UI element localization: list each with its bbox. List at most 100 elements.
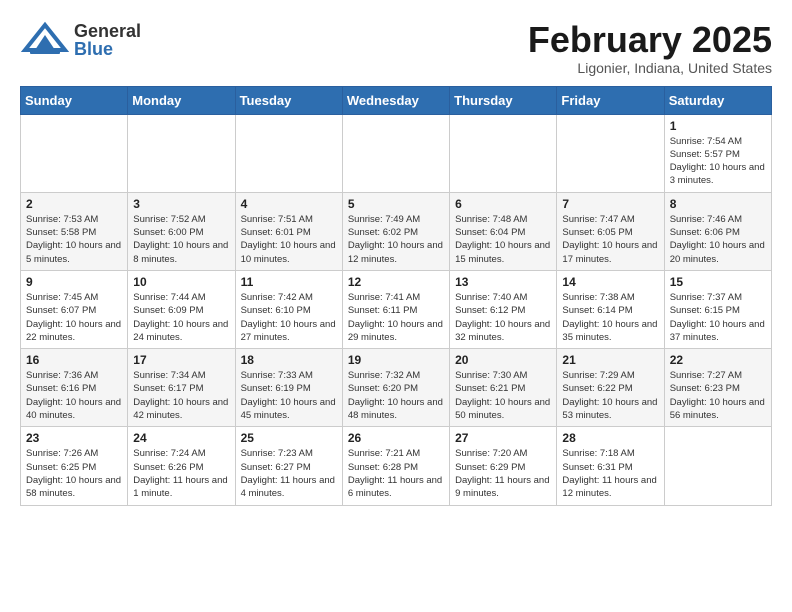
calendar-cell: 19Sunrise: 7:32 AM Sunset: 6:20 PM Dayli… <box>342 349 449 427</box>
day-info: Sunrise: 7:21 AM Sunset: 6:28 PM Dayligh… <box>348 447 444 500</box>
calendar-cell: 22 Sunrise: 7:27 AM Sunset: 6:23 PM Dayli… <box>664 349 771 427</box>
calendar-cell <box>450 114 557 192</box>
day-info: Sunrise: 7:51 AM Sunset: 6:01 PM Dayligh… <box>241 213 337 266</box>
calendar-cell: 23 Sunrise: 7:26 AM Sunset: 6:25 PM Dayli… <box>21 427 128 505</box>
day-number: 21 <box>562 353 658 367</box>
calendar-cell: 25 Sunrise: 7:23 AM Sunset: 6:27 PM Dayli… <box>235 427 342 505</box>
calendar-header-thursday: Thursday <box>450 86 557 114</box>
day-number: 23 <box>26 431 122 445</box>
day-info: Sunrise: 7:38 AM Sunset: 6:14 PM Dayligh… <box>562 291 658 344</box>
day-info: Sunrise: 7:53 AM Sunset: 5:58 PM Dayligh… <box>26 213 122 266</box>
calendar-cell: 17Sunrise: 7:34 AM Sunset: 6:17 PM Dayli… <box>128 349 235 427</box>
calendar-header-sunday: Sunday <box>21 86 128 114</box>
day-info: Sunrise: 7:33 AM Sunset: 6:19 PM Dayligh… <box>241 369 337 422</box>
calendar-cell: 11 Sunrise: 7:42 AM Sunset: 6:10 PM Dayli… <box>235 270 342 348</box>
day-number: 25 <box>241 431 337 445</box>
calendar-cell: 15 Sunrise: 7:37 AM Sunset: 6:15 PM Dayli… <box>664 270 771 348</box>
day-number: 3 <box>133 197 229 211</box>
calendar-cell <box>342 114 449 192</box>
day-number: 5 <box>348 197 444 211</box>
day-info: Sunrise: 7:40 AM Sunset: 6:12 PM Dayligh… <box>455 291 551 344</box>
day-info: Sunrise: 7:20 AM Sunset: 6:29 PM Dayligh… <box>455 447 551 500</box>
day-info: Sunrise: 7:30 AM Sunset: 6:21 PM Dayligh… <box>455 369 551 422</box>
day-info: Sunrise: 7:49 AM Sunset: 6:02 PM Dayligh… <box>348 213 444 266</box>
calendar-cell: 24 Sunrise: 7:24 AM Sunset: 6:26 PM Dayli… <box>128 427 235 505</box>
day-number: 10 <box>133 275 229 289</box>
calendar-header-monday: Monday <box>128 86 235 114</box>
calendar-header-friday: Friday <box>557 86 664 114</box>
calendar-cell <box>557 114 664 192</box>
logo-icon <box>20 20 70 60</box>
day-number: 2 <box>26 197 122 211</box>
calendar-cell: 27Sunrise: 7:20 AM Sunset: 6:29 PM Dayli… <box>450 427 557 505</box>
day-number: 11 <box>241 275 337 289</box>
day-info: Sunrise: 7:44 AM Sunset: 6:09 PM Dayligh… <box>133 291 229 344</box>
calendar-cell: 7 Sunrise: 7:47 AM Sunset: 6:05 PM Daylig… <box>557 192 664 270</box>
calendar-cell: 20 Sunrise: 7:30 AM Sunset: 6:21 PM Dayli… <box>450 349 557 427</box>
calendar-cell: 12 Sunrise: 7:41 AM Sunset: 6:11 PM Dayli… <box>342 270 449 348</box>
calendar-cell <box>21 114 128 192</box>
calendar-week-row: 9 Sunrise: 7:45 AM Sunset: 6:07 PM Daylig… <box>21 270 772 348</box>
day-info: Sunrise: 7:24 AM Sunset: 6:26 PM Dayligh… <box>133 447 229 500</box>
day-info: Sunrise: 7:52 AM Sunset: 6:00 PM Dayligh… <box>133 213 229 266</box>
day-info: Sunrise: 7:54 AM Sunset: 5:57 PM Dayligh… <box>670 135 766 188</box>
day-number: 6 <box>455 197 551 211</box>
calendar-cell: 6 Sunrise: 7:48 AM Sunset: 6:04 PM Daylig… <box>450 192 557 270</box>
day-number: 9 <box>26 275 122 289</box>
day-number: 7 <box>562 197 658 211</box>
logo-general-text: General <box>74 22 141 40</box>
day-number: 28 <box>562 431 658 445</box>
day-number: 12 <box>348 275 444 289</box>
calendar-header-wednesday: Wednesday <box>342 86 449 114</box>
day-info: Sunrise: 7:23 AM Sunset: 6:27 PM Dayligh… <box>241 447 337 500</box>
day-number: 22 <box>670 353 766 367</box>
day-info: Sunrise: 7:18 AM Sunset: 6:31 PM Dayligh… <box>562 447 658 500</box>
day-number: 20 <box>455 353 551 367</box>
day-number: 1 <box>670 119 766 133</box>
day-number: 4 <box>241 197 337 211</box>
day-number: 26 <box>348 431 444 445</box>
calendar-cell: 10 Sunrise: 7:44 AM Sunset: 6:09 PM Dayli… <box>128 270 235 348</box>
day-number: 16 <box>26 353 122 367</box>
logo-text: General Blue <box>74 22 141 58</box>
day-info: Sunrise: 7:27 AM Sunset: 6:23 PM Dayligh… <box>670 369 766 422</box>
calendar-week-row: 23 Sunrise: 7:26 AM Sunset: 6:25 PM Dayli… <box>21 427 772 505</box>
title-block: February 2025 Ligonier, Indiana, United … <box>528 20 772 76</box>
day-info: Sunrise: 7:47 AM Sunset: 6:05 PM Dayligh… <box>562 213 658 266</box>
calendar-cell: 9 Sunrise: 7:45 AM Sunset: 6:07 PM Daylig… <box>21 270 128 348</box>
calendar-header-row: SundayMondayTuesdayWednesdayThursdayFrid… <box>21 86 772 114</box>
day-info: Sunrise: 7:48 AM Sunset: 6:04 PM Dayligh… <box>455 213 551 266</box>
day-info: Sunrise: 7:45 AM Sunset: 6:07 PM Dayligh… <box>26 291 122 344</box>
location-text: Ligonier, Indiana, United States <box>528 60 772 76</box>
page-header: General Blue February 2025 Ligonier, Ind… <box>20 20 772 76</box>
calendar-cell: 3 Sunrise: 7:52 AM Sunset: 6:00 PM Daylig… <box>128 192 235 270</box>
day-number: 8 <box>670 197 766 211</box>
day-number: 15 <box>670 275 766 289</box>
calendar-cell: 26 Sunrise: 7:21 AM Sunset: 6:28 PM Dayli… <box>342 427 449 505</box>
calendar-table: SundayMondayTuesdayWednesdayThursdayFrid… <box>20 86 772 506</box>
calendar-cell: 14 Sunrise: 7:38 AM Sunset: 6:14 PM Dayli… <box>557 270 664 348</box>
day-info: Sunrise: 7:29 AM Sunset: 6:22 PM Dayligh… <box>562 369 658 422</box>
calendar-cell: 21 Sunrise: 7:29 AM Sunset: 6:22 PM Dayli… <box>557 349 664 427</box>
calendar-cell: 16 Sunrise: 7:36 AM Sunset: 6:16 PM Dayli… <box>21 349 128 427</box>
logo: General Blue <box>20 20 141 60</box>
day-number: 13 <box>455 275 551 289</box>
day-info: Sunrise: 7:26 AM Sunset: 6:25 PM Dayligh… <box>26 447 122 500</box>
month-title: February 2025 <box>528 20 772 60</box>
day-info: Sunrise: 7:41 AM Sunset: 6:11 PM Dayligh… <box>348 291 444 344</box>
calendar-cell: 28 Sunrise: 7:18 AM Sunset: 6:31 PM Dayli… <box>557 427 664 505</box>
calendar-cell: 4 Sunrise: 7:51 AM Sunset: 6:01 PM Daylig… <box>235 192 342 270</box>
calendar-week-row: 2 Sunrise: 7:53 AM Sunset: 5:58 PM Daylig… <box>21 192 772 270</box>
day-info: Sunrise: 7:42 AM Sunset: 6:10 PM Dayligh… <box>241 291 337 344</box>
calendar-cell <box>235 114 342 192</box>
calendar-cell: 2 Sunrise: 7:53 AM Sunset: 5:58 PM Daylig… <box>21 192 128 270</box>
day-info: Sunrise: 7:36 AM Sunset: 6:16 PM Dayligh… <box>26 369 122 422</box>
day-number: 24 <box>133 431 229 445</box>
day-number: 18 <box>241 353 337 367</box>
calendar-cell: 13 Sunrise: 7:40 AM Sunset: 6:12 PM Dayli… <box>450 270 557 348</box>
calendar-cell: 18 Sunrise: 7:33 AM Sunset: 6:19 PM Dayli… <box>235 349 342 427</box>
day-number: 14 <box>562 275 658 289</box>
calendar-cell: 1 Sunrise: 7:54 AM Sunset: 5:57 PM Daylig… <box>664 114 771 192</box>
day-info: Sunrise: 7:37 AM Sunset: 6:15 PM Dayligh… <box>670 291 766 344</box>
day-info: Sunrise: 7:34 AM Sunset: 6:17 PM Dayligh… <box>133 369 229 422</box>
